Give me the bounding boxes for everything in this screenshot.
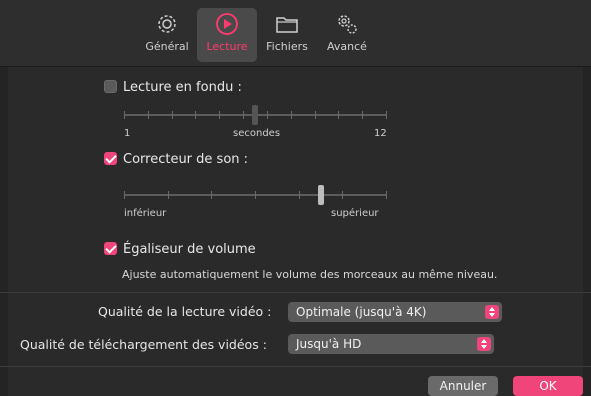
tab-general-label: Général [145,40,189,53]
tab-lecture-label: Lecture [206,40,248,53]
slider-tick [386,111,387,119]
slider-tick [342,191,344,199]
crossfade-max-label: 12 [374,128,387,139]
slider-tick [171,111,173,119]
divider [0,292,591,293]
slider-tick [290,111,292,119]
slider-tick [338,111,340,119]
preferences-toolbar: Général Lecture Fichiers Avancé [0,0,591,67]
sound-enhancer-min-label: inférieur [124,208,167,219]
folder-icon [273,10,301,38]
ok-button[interactable]: OK [513,376,583,396]
divider [0,366,591,367]
tab-fichiers[interactable]: Fichiers [257,8,317,62]
volume-leveler-label: Égaliseur de volume [123,242,256,257]
slider-tick [243,111,245,119]
chevron-updown-icon [477,337,491,351]
sound-enhancer-row[interactable]: Correcteur de son : [104,152,248,167]
tab-avance[interactable]: Avancé [317,8,377,62]
gears-icon [333,10,361,38]
slider-tick [167,191,169,199]
slider-tick [211,191,213,199]
slider-tick [195,111,197,119]
crossfade-min-label: 1 [124,128,131,139]
slider-tick [362,111,364,119]
video-quality-label: Qualité de la lecture vidéo : [98,304,272,319]
slider-tick [124,111,125,119]
slider-tick [314,111,316,119]
sound-enhancer-slider[interactable] [124,184,387,206]
sound-enhancer-checkbox[interactable] [104,152,117,165]
slider-tick [219,111,221,119]
crossfade-label: Lecture en fondu : [123,80,242,95]
volume-leveler-checkbox[interactable] [104,242,117,255]
slider-thumb[interactable] [317,185,324,205]
preferences-window: Général Lecture Fichiers Avancé Lecture … [0,0,591,396]
slider-tick [298,191,300,199]
crossfade-row[interactable]: Lecture en fondu : [104,80,242,95]
slider-tick [266,111,268,119]
tab-lecture[interactable]: Lecture [197,8,257,62]
download-quality-label: Qualité de téléchargement des vidéos : [20,337,267,352]
slider-tick [386,191,387,199]
tab-avance-label: Avancé [327,40,367,53]
tab-fichiers-label: Fichiers [266,40,308,53]
slider-tick [147,111,149,119]
chevron-updown-icon [485,305,499,319]
slider-thumb[interactable] [252,105,258,125]
crossfade-slider[interactable] [124,104,387,126]
sound-enhancer-max-label: supérieur [331,208,379,219]
volume-leveler-description: Ajuste automatiquement le volume des mor… [122,268,498,281]
play-circle-icon [213,10,241,38]
crossfade-checkbox[interactable] [104,80,117,93]
slider-tick [255,191,256,199]
video-quality-select[interactable]: Optimale (jusqu'à 4K) [288,302,502,322]
tab-general[interactable]: Général [137,8,197,62]
gear-icon [153,10,181,38]
video-quality-value: Optimale (jusqu'à 4K) [296,305,427,319]
sound-enhancer-label: Correcteur de son : [123,152,249,167]
download-quality-value: Jusqu'à HD [296,337,362,351]
crossfade-unit-label: secondes [233,128,281,139]
slider-tick [124,191,125,199]
cancel-button[interactable]: Annuler [428,376,498,396]
download-quality-select[interactable]: Jusqu'à HD [288,334,494,354]
volume-leveler-row[interactable]: Égaliseur de volume [104,242,256,257]
